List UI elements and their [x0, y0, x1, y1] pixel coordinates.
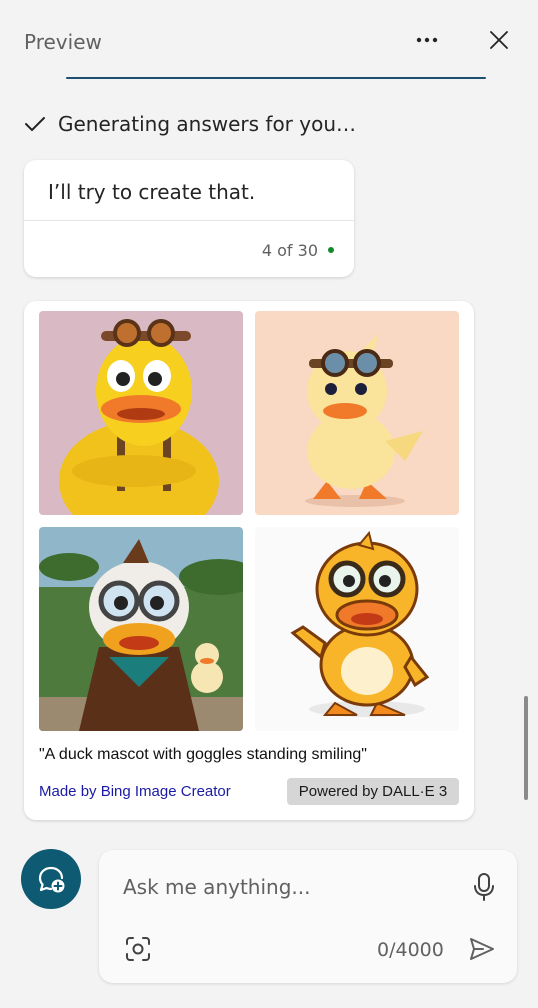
generated-image-2[interactable] — [255, 311, 459, 515]
new-topic-button[interactable] — [21, 849, 81, 909]
assistant-message: I’ll try to create that. 4 of 30 — [24, 160, 354, 277]
chat-input[interactable] — [123, 874, 453, 900]
message-divider — [24, 220, 354, 221]
generated-image-1[interactable] — [39, 311, 243, 515]
chat-composer: 0/4000 — [99, 850, 517, 983]
send-button[interactable] — [467, 934, 497, 964]
visual-search-button[interactable] — [123, 934, 153, 964]
panel-header: Preview — [0, 0, 538, 80]
checkmark-icon — [25, 117, 45, 131]
scrollbar-thumb[interactable] — [524, 696, 528, 800]
image-prompt: "A duck mascot with goggles standing smi… — [39, 746, 367, 763]
chat-add-icon — [38, 866, 65, 893]
microphone-button[interactable] — [469, 870, 499, 904]
generating-status: Generating answers for you… — [24, 110, 356, 138]
status-text: Generating answers for you… — [58, 112, 357, 136]
status-dot — [328, 247, 334, 253]
generated-image-3[interactable] — [39, 527, 243, 731]
turn-counter: 4 of 30 — [261, 241, 318, 260]
close-icon — [490, 31, 508, 49]
more-options-button[interactable] — [410, 24, 444, 56]
image-result-card: "A duck mascot with goggles standing smi… — [24, 301, 474, 820]
bing-image-creator-link[interactable]: Made by Bing Image Creator — [39, 783, 231, 800]
powered-by-badge: Powered by DALL·E 3 — [287, 778, 459, 805]
send-icon — [470, 938, 494, 960]
panel-title: Preview — [24, 30, 102, 54]
generated-image-4[interactable] — [255, 527, 459, 731]
character-count: 0/4000 — [377, 939, 444, 961]
more-horizontal-icon — [416, 37, 438, 43]
message-text: I’ll try to create that. — [48, 180, 256, 204]
header-divider — [66, 77, 486, 79]
microphone-icon — [474, 873, 494, 901]
visual-search-icon — [126, 937, 150, 961]
close-button[interactable] — [482, 24, 516, 56]
